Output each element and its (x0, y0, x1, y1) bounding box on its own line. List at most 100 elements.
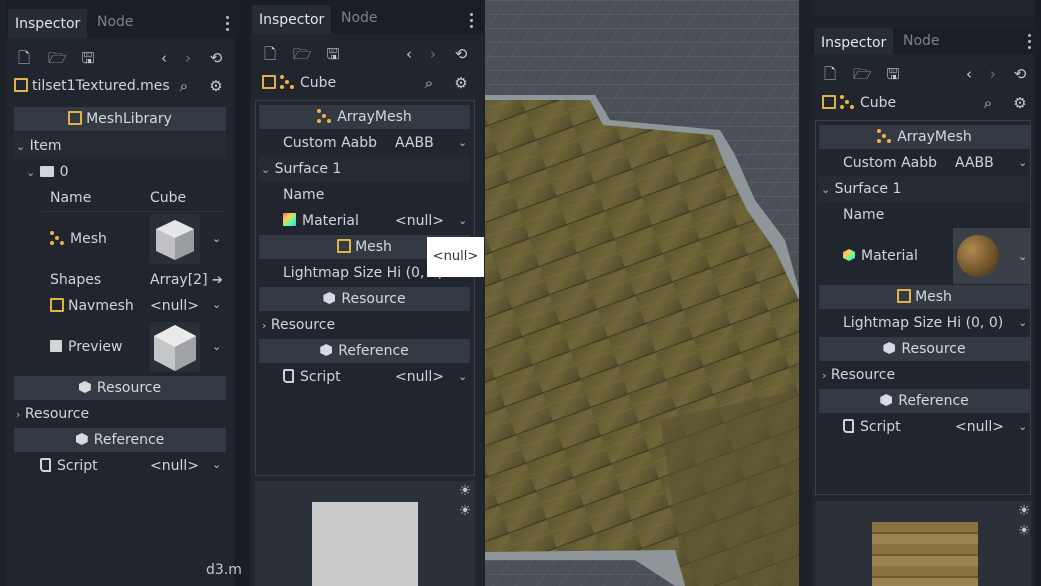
tab-inspector[interactable]: Inspector (252, 5, 332, 34)
section-arraymesh: ArrayMesh (259, 105, 470, 129)
item-index: 0 (59, 164, 69, 180)
image-icon (50, 340, 62, 352)
mesh-preview-thumbnail[interactable] (150, 214, 200, 264)
name-value[interactable]: Cube (150, 185, 186, 211)
lightmap-value[interactable]: (0, 0) (966, 315, 1004, 331)
tab-node[interactable]: Node (896, 28, 947, 54)
chevron-down-icon[interactable]: ⌄ (1018, 316, 1027, 329)
search-icon[interactable]: ⌕ (980, 95, 996, 111)
light-1-icon[interactable]: ☀ (457, 483, 473, 499)
arraymesh-icon (317, 109, 332, 123)
light-2-icon[interactable]: ☀ (1016, 523, 1032, 539)
chevron-down-icon[interactable]: ⌄ (1018, 250, 1027, 263)
open-folder-icon[interactable]: 🗁 (853, 66, 872, 82)
chevron-down-icon[interactable]: ⌄ (1018, 156, 1027, 169)
splitter[interactable] (234, 0, 250, 586)
forward-icon[interactable]: › (985, 66, 1001, 82)
kebab-menu-icon[interactable] (226, 16, 230, 32)
back-icon[interactable]: ‹ (401, 46, 417, 62)
chevron-down-icon: ⌄ (16, 140, 26, 153)
section-title: Reference (898, 393, 969, 409)
group-item[interactable]: ⌄ Item (14, 133, 226, 159)
material-sphere-thumbnail (957, 235, 999, 277)
folder-icon (39, 166, 54, 177)
kebab-menu-icon[interactable] (1028, 34, 1032, 50)
new-resource-icon[interactable]: 🗋 (16, 50, 32, 66)
tab-node[interactable]: Node (90, 9, 141, 38)
navmesh-value[interactable]: <null> (150, 293, 199, 319)
section-title: MeshLibrary (86, 111, 172, 127)
save-icon[interactable]: 🖫 (80, 50, 96, 66)
open-folder-icon[interactable]: 🗁 (293, 46, 312, 62)
chevron-down-icon[interactable]: ⌄ (1018, 420, 1027, 433)
back-icon[interactable]: ‹ (961, 66, 977, 82)
tooltip-null: <null> (427, 237, 484, 277)
new-resource-icon[interactable]: 🗋 (262, 46, 278, 62)
preview-thumbnail[interactable] (150, 322, 200, 372)
group-surface-1[interactable]: ⌄ Surface 1 (259, 156, 470, 182)
arraymesh-icon (877, 129, 892, 143)
chevron-down-icon[interactable]: ⌄ (212, 232, 221, 245)
group-resource[interactable]: › Resource (16, 401, 89, 427)
chevron-down-icon: ⌄ (821, 183, 831, 196)
resource-icon (323, 292, 336, 304)
path-row: Cube (262, 70, 336, 96)
kebab-menu-icon[interactable] (470, 13, 474, 29)
back-icon[interactable]: ‹ (156, 50, 172, 66)
history-icon[interactable]: ⟲ (208, 50, 224, 66)
tab-inspector[interactable]: Inspector (8, 9, 88, 38)
open-folder-icon[interactable]: 🗁 (48, 50, 67, 66)
mesh-icon (897, 289, 912, 303)
custom-aabb-value[interactable]: AABB (955, 150, 994, 176)
right-inspector-panel: Inspector Node 🗋 🗁 🖫 ‹ › ⟲ Cube ⌕ ⚙ Arra… (812, 28, 1034, 586)
save-icon[interactable]: 🖫 (885, 66, 901, 82)
tab-inspector[interactable]: Inspector (814, 28, 894, 54)
script-label-row: Script (283, 364, 341, 390)
3d-viewport[interactable] (485, 0, 799, 586)
material-label-row: Material (843, 243, 918, 269)
chevron-right-icon: › (16, 408, 21, 421)
chevron-down-icon[interactable]: ⌄ (212, 298, 221, 311)
chevron-down-icon[interactable]: ⌄ (212, 458, 221, 471)
node-icon (262, 75, 276, 89)
node-icon (822, 95, 836, 109)
section-title: Reference (93, 432, 165, 448)
arrow-right-icon[interactable]: ➔ (212, 273, 223, 288)
search-icon[interactable]: ⌕ (176, 78, 192, 94)
item-index-row[interactable]: ⌄ 0 (26, 159, 226, 185)
script-value[interactable]: <null> (150, 453, 199, 479)
save-icon[interactable]: 🖫 (325, 46, 341, 62)
section-title: Resource (901, 341, 966, 357)
bottom-label: d3.m (206, 562, 242, 578)
chevron-down-icon[interactable]: ⌄ (458, 214, 467, 227)
light-2-icon[interactable]: ☀ (457, 503, 473, 519)
group-resource[interactable]: › Resource (262, 312, 335, 338)
shapes-value[interactable]: Array[2] (150, 267, 208, 293)
forward-icon[interactable]: › (180, 50, 196, 66)
script-value[interactable]: <null> (395, 364, 444, 390)
group-resource[interactable]: › Resource (822, 362, 895, 388)
object-props-icon[interactable]: ⚙ (1012, 95, 1028, 111)
object-props-icon[interactable]: ⚙ (453, 75, 469, 91)
group-surface-1[interactable]: ⌄ Surface 1 (819, 176, 1030, 202)
material-value[interactable]: <null> (395, 208, 444, 234)
search-icon[interactable]: ⌕ (421, 75, 437, 91)
reference-icon (320, 344, 333, 356)
history-icon[interactable]: ⟲ (1012, 66, 1028, 82)
tab-node[interactable]: Node (334, 5, 385, 34)
material-label: Material (302, 213, 359, 229)
group-label: Resource (830, 367, 896, 383)
chevron-down-icon[interactable]: ⌄ (458, 370, 467, 383)
chevron-down-icon[interactable]: ⌄ (458, 136, 467, 149)
object-props-icon[interactable]: ⚙ (208, 78, 224, 94)
group-label: Resource (24, 406, 90, 422)
new-resource-icon[interactable]: 🗋 (822, 66, 838, 82)
chevron-down-icon[interactable]: ⌄ (212, 340, 221, 353)
light-1-icon[interactable]: ☀ (1016, 503, 1032, 519)
path-label: tilset1Textured.mes (32, 78, 170, 94)
forward-icon[interactable]: › (425, 46, 441, 62)
script-value[interactable]: <null> (955, 414, 1004, 440)
custom-aabb-value[interactable]: AABB (395, 130, 434, 156)
history-icon[interactable]: ⟲ (453, 46, 469, 62)
chevron-right-icon: › (822, 369, 827, 382)
